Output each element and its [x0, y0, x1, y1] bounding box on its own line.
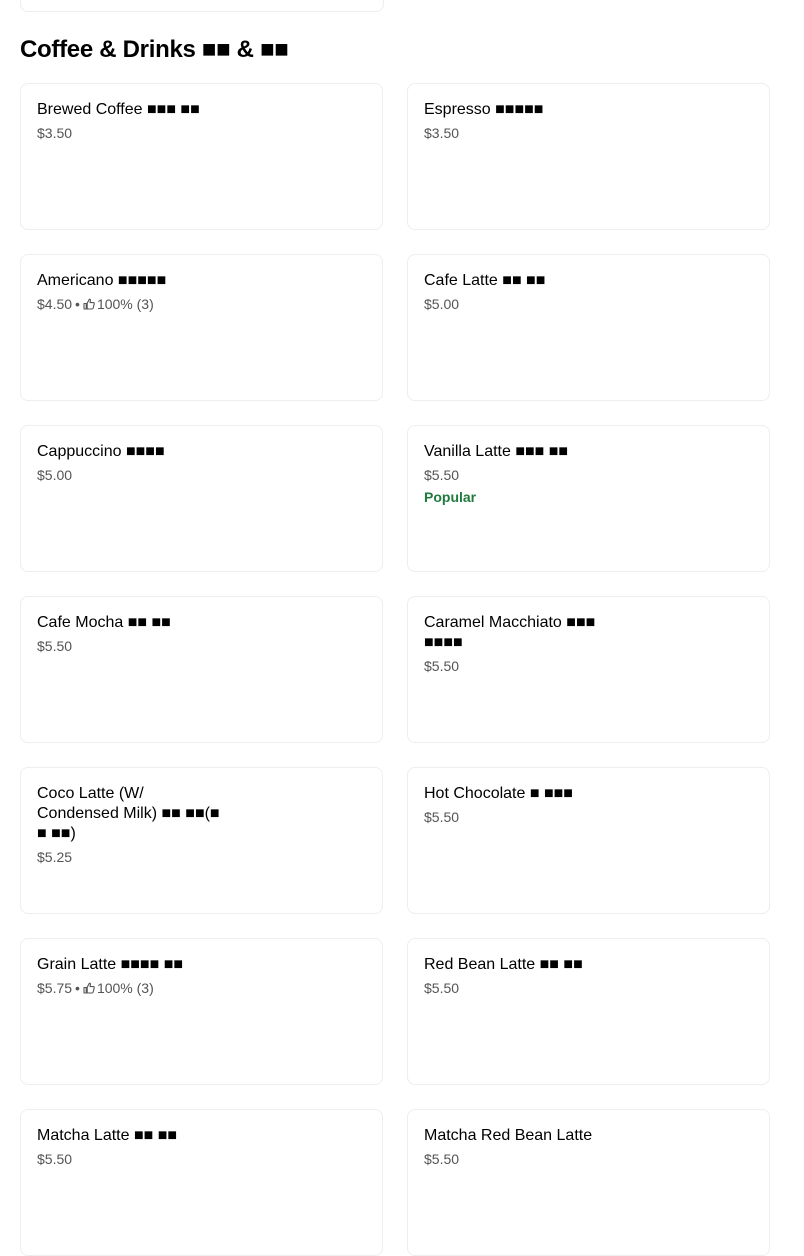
item-price: $5.50 [424, 809, 460, 825]
popular-badge: Popular [424, 489, 477, 505]
menu-item-card[interactable]: Americano ■■■■■ $4.50 • 100% (3) [20, 254, 383, 401]
item-name: Matcha Latte ■■ ■■ [37, 1127, 178, 1144]
item-meta: $5.00 [37, 467, 366, 483]
section-title: Coffee & Drinks ■■ & ■■ [20, 36, 289, 63]
item-meta: $5.50 [424, 980, 753, 996]
meta-separator: • [75, 980, 80, 996]
item-name: Matcha Red Bean Latte [424, 1127, 593, 1144]
menu-item-card[interactable]: Vanilla Latte ■■■ ■■ $5.50 Popular [407, 425, 770, 572]
previous-section-card[interactable] [20, 0, 384, 12]
item-name: Grain Latte ■■■■ ■■ [37, 956, 184, 973]
menu-item-card[interactable]: Espresso ■■■■■ $3.50 [407, 83, 770, 230]
item-price: $3.50 [37, 125, 73, 141]
thumbs-up-icon [83, 298, 95, 310]
item-meta: $5.50 [424, 658, 753, 674]
item-rating: 100% (3) [96, 980, 154, 996]
menu-item-card[interactable]: Red Bean Latte ■■ ■■ $5.50 [407, 938, 770, 1085]
item-price: $5.25 [37, 849, 73, 865]
item-meta: $5.25 [37, 849, 366, 865]
meta-separator: • [75, 296, 80, 312]
item-name: Red Bean Latte ■■ ■■ [424, 956, 583, 973]
item-meta: $5.50 [424, 809, 753, 825]
item-price: $5.50 [37, 1151, 73, 1167]
item-price: $5.75 [37, 980, 73, 996]
item-name: Hot Chocolate ■ ■■■ [424, 785, 573, 802]
item-meta: $4.50 • 100% (3) [37, 296, 366, 312]
menu-item-card[interactable]: Brewed Coffee ■■■ ■■ $3.50 [20, 83, 383, 230]
menu-item-card[interactable]: Cappuccino ■■■■ $5.00 [20, 425, 383, 572]
item-meta: $3.50 [37, 125, 366, 141]
item-price: $5.50 [424, 1151, 460, 1167]
item-name: Vanilla Latte ■■■ ■■ [424, 443, 569, 460]
menu-item-card[interactable]: Cafe Mocha ■■ ■■ $5.50 [20, 596, 383, 743]
item-price: $5.00 [37, 467, 73, 483]
item-name: Americano ■■■■■ [37, 272, 167, 289]
item-meta: $5.50 [37, 1151, 366, 1167]
item-meta: $5.00 [424, 296, 753, 312]
item-price: $5.50 [37, 638, 73, 654]
item-name: Cafe Mocha ■■ ■■ [37, 614, 171, 631]
menu-item-card[interactable]: Caramel Macchiato ■■■ ■■■■ $5.50 [407, 596, 770, 743]
item-price: $5.50 [424, 658, 460, 674]
thumbs-up-icon [83, 982, 95, 994]
item-meta: $5.75 • 100% (3) [37, 980, 366, 996]
item-price: $4.50 [37, 296, 73, 312]
item-meta: $5.50 [424, 467, 753, 483]
item-price: $3.50 [424, 125, 460, 141]
item-name: Cappuccino ■■■■ [37, 443, 165, 460]
item-meta: $5.50 [424, 1151, 753, 1167]
item-name: Cafe Latte ■■ ■■ [424, 272, 546, 289]
menu-item-card[interactable]: Matcha Red Bean Latte $5.50 [407, 1109, 770, 1256]
menu-item-card[interactable]: Grain Latte ■■■■ ■■ $5.75 • 100% (3) [20, 938, 383, 1085]
item-name: Coco Latte (W/ Condensed Milk) ■■ ■■(■ ■… [37, 785, 220, 842]
menu-item-card[interactable]: Coco Latte (W/ Condensed Milk) ■■ ■■(■ ■… [20, 767, 383, 914]
menu-items-grid: Brewed Coffee ■■■ ■■ $3.50 Espresso ■■■■… [20, 83, 770, 1256]
item-name: Brewed Coffee ■■■ ■■ [37, 101, 200, 118]
menu-item-card[interactable]: Cafe Latte ■■ ■■ $5.00 [407, 254, 770, 401]
item-meta: $3.50 [424, 125, 753, 141]
item-rating: 100% (3) [96, 296, 154, 312]
item-meta: $5.50 [37, 638, 366, 654]
item-price: $5.00 [424, 296, 460, 312]
item-name: Espresso ■■■■■ [424, 101, 544, 118]
item-price: $5.50 [424, 467, 460, 483]
menu-item-card[interactable]: Matcha Latte ■■ ■■ $5.50 [20, 1109, 383, 1256]
item-name: Caramel Macchiato ■■■ ■■■■ [424, 614, 596, 651]
menu-item-card[interactable]: Hot Chocolate ■ ■■■ $5.50 [407, 767, 770, 914]
item-price: $5.50 [424, 980, 460, 996]
